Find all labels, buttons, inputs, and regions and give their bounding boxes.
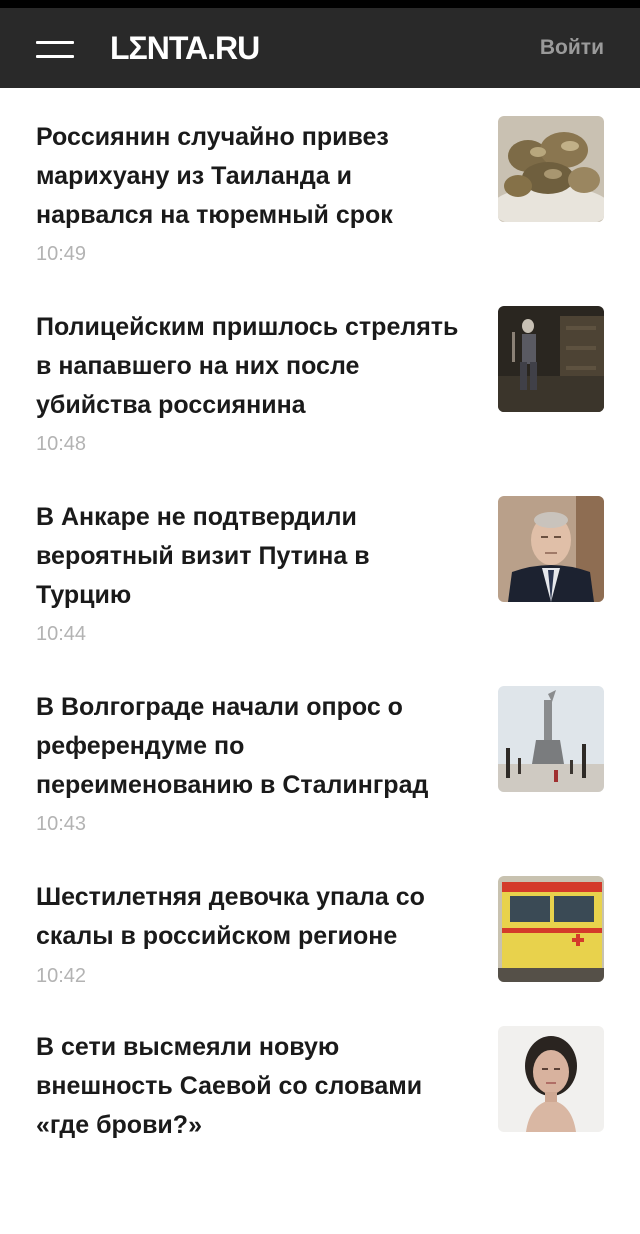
news-time: 10:49 xyxy=(36,243,87,265)
news-thumbnail[interactable] xyxy=(498,1026,604,1132)
news-item[interactable]: Полицейским пришлось стрелять в напавшег… xyxy=(0,278,640,468)
site-logo[interactable]: LΣNTA.RU xyxy=(110,26,260,70)
news-item[interactable]: В Анкаре не подтвердили вероятный визит … xyxy=(0,468,640,658)
hamburger-icon xyxy=(36,41,74,44)
news-time: 10:44 xyxy=(36,623,87,645)
news-thumbnail[interactable] xyxy=(498,876,604,982)
news-item[interactable]: В Волгограде начали опрос о референдуме … xyxy=(0,658,640,848)
login-button[interactable]: Войти xyxy=(540,32,604,64)
menu-button[interactable] xyxy=(26,30,84,66)
news-title[interactable]: Шестилетняя девочка упала со скалы в рос… xyxy=(36,878,468,956)
hamburger-icon-line xyxy=(36,55,74,58)
news-title[interactable]: В Анкаре не подтвердили вероятный визит … xyxy=(36,498,468,615)
news-item[interactable]: Россиянин случайно привез марихуану из Т… xyxy=(0,88,640,278)
news-title[interactable]: Россиянин случайно привез марихуану из Т… xyxy=(36,118,468,235)
news-time: 10:42 xyxy=(36,965,87,987)
news-title[interactable]: В Волгограде начали опрос о референдуме … xyxy=(36,688,468,805)
status-bar xyxy=(0,0,640,8)
news-thumbnail[interactable] xyxy=(498,496,604,602)
news-time: 10:43 xyxy=(36,813,87,835)
news-thumbnail[interactable] xyxy=(498,306,604,412)
news-item[interactable]: Шестилетняя девочка упала со скалы в рос… xyxy=(0,848,640,998)
site-header: LΣNTA.RU Войти xyxy=(0,8,640,88)
news-time: 10:48 xyxy=(36,433,87,455)
news-thumbnail[interactable] xyxy=(498,116,604,222)
news-item[interactable]: В сети высмеяли новую внешность Саевой с… xyxy=(0,998,640,1234)
news-title[interactable]: Полицейским пришлось стрелять в напавшег… xyxy=(36,308,468,425)
news-thumbnail[interactable] xyxy=(498,686,604,792)
news-title[interactable]: В сети высмеяли новую внешность Саевой с… xyxy=(36,1028,468,1145)
